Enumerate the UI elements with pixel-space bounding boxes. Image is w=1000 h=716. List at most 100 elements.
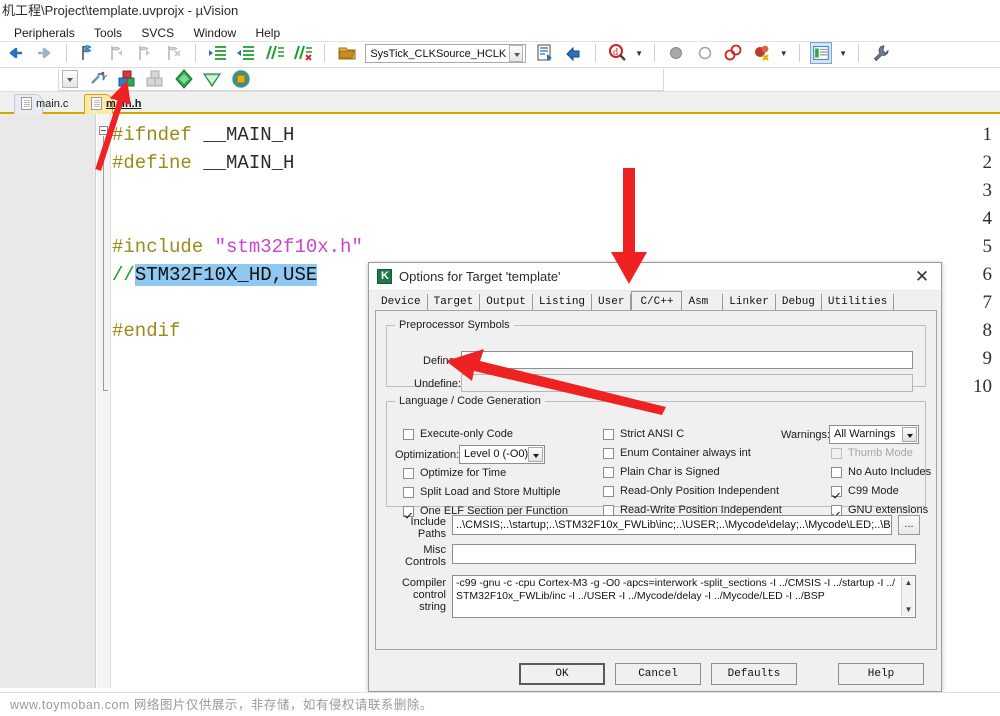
indent-right-icon[interactable] bbox=[207, 42, 229, 64]
checkbox-read-only-position-independent[interactable] bbox=[603, 486, 614, 497]
magnifier-dropdown-icon[interactable]: ▼ bbox=[634, 49, 645, 58]
toolbar-separator bbox=[324, 44, 325, 62]
menu-item-window[interactable]: Window bbox=[185, 22, 244, 42]
include-paths-browse-button[interactable]: ... bbox=[898, 515, 920, 535]
optimization-combo[interactable]: Level 0 (-O0) bbox=[459, 445, 545, 464]
magnifier-icon[interactable]: d bbox=[606, 42, 628, 64]
misc-controls-input[interactable] bbox=[452, 544, 916, 564]
tab-utilities[interactable]: Utilities bbox=[822, 294, 894, 311]
breakpoint-kill-icon[interactable] bbox=[722, 42, 744, 64]
tab-asm[interactable]: Asm bbox=[682, 294, 723, 311]
target-selector-value: SysTick_CLKSource_HCLK bbox=[370, 45, 509, 64]
code-line: #include "stm32f10x.h" bbox=[112, 236, 363, 258]
compiler-string-scrollbar[interactable]: ▲ ▼ bbox=[901, 577, 914, 616]
indent-left-icon[interactable] bbox=[235, 42, 257, 64]
chevron-down-icon[interactable] bbox=[509, 45, 523, 62]
code-token: #endif bbox=[112, 320, 180, 342]
target-selector-combo[interactable]: SysTick_CLKSource_HCLK bbox=[365, 44, 526, 63]
line-number: 2 bbox=[922, 152, 992, 174]
bookmark-prev-icon[interactable] bbox=[106, 42, 128, 64]
breakpoint-dropdown-icon[interactable]: ▼ bbox=[778, 49, 789, 58]
scroll-down-arrow-icon[interactable]: ▼ bbox=[902, 604, 915, 616]
editor-tab-main-h[interactable]: main.h bbox=[84, 94, 113, 114]
forward-arrow-icon[interactable] bbox=[33, 42, 55, 64]
checkbox-c99-mode[interactable] bbox=[831, 486, 842, 497]
define-input[interactable] bbox=[461, 351, 913, 369]
breakpoint-disable-icon[interactable] bbox=[694, 42, 716, 64]
checkbox-split-load-store[interactable] bbox=[403, 487, 414, 498]
open-folder-icon[interactable] bbox=[336, 42, 358, 64]
checkbox-optimize-for-time[interactable] bbox=[403, 468, 414, 479]
tab-output[interactable]: Output bbox=[480, 294, 533, 311]
tab-listing[interactable]: Listing bbox=[533, 294, 592, 311]
toolbar-separator bbox=[195, 44, 196, 62]
menu-item-help[interactable]: Help bbox=[247, 22, 288, 42]
uncomment-lines-icon[interactable] bbox=[292, 42, 314, 64]
chevron-down-icon[interactable] bbox=[528, 447, 543, 462]
menu-item-peripherals[interactable]: Peripherals bbox=[6, 22, 83, 42]
chevron-down-icon[interactable] bbox=[902, 427, 917, 442]
window-layout-dropdown-icon[interactable]: ▼ bbox=[838, 49, 849, 58]
tab-device[interactable]: Device bbox=[375, 294, 428, 311]
bookmark-clear-icon[interactable] bbox=[163, 42, 185, 64]
checkbox-strict-ansi-c[interactable] bbox=[603, 429, 614, 440]
include-paths-input[interactable]: ..\CMSIS;..\startup;..\STM32F10x_FWLib\i… bbox=[452, 515, 892, 535]
toolbar-separator bbox=[595, 44, 596, 62]
batch-build-icon[interactable] bbox=[173, 68, 195, 90]
label-read-only-position-independent: Read-Only Position Independent bbox=[620, 485, 779, 497]
target-dropdown-icon[interactable] bbox=[62, 70, 78, 88]
label-enum-container: Enum Container always int bbox=[620, 447, 751, 459]
comment-lines-icon[interactable] bbox=[264, 42, 286, 64]
warnings-label: Warnings: bbox=[781, 429, 830, 441]
fold-toggle-icon[interactable] bbox=[99, 126, 108, 135]
dialog-body: Preprocessor Symbols Define: Undefine: L… bbox=[375, 310, 937, 650]
checkbox-execute-only-code[interactable] bbox=[403, 429, 414, 440]
include-paths-label-line2: Paths bbox=[398, 528, 446, 540]
undefine-input[interactable] bbox=[461, 374, 913, 392]
menu-item-tools[interactable]: Tools bbox=[86, 22, 130, 42]
configure-wrench-icon[interactable] bbox=[870, 42, 892, 64]
editor-tab-main-c[interactable]: main.c bbox=[14, 94, 43, 114]
translate-file-icon[interactable] bbox=[201, 68, 223, 90]
close-icon[interactable]: ✕ bbox=[907, 266, 937, 288]
checkbox-enum-container[interactable] bbox=[603, 448, 614, 459]
preprocessor-symbols-group: Preprocessor Symbols Define: Undefine: bbox=[386, 319, 926, 387]
options-for-target-icon[interactable] bbox=[87, 68, 109, 90]
label-plain-char-signed: Plain Char is Signed bbox=[620, 466, 720, 478]
compiler-control-string-textarea[interactable]: -c99 -gnu -c -cpu Cortex-M3 -g -O0 -apcs… bbox=[452, 575, 916, 618]
manage-runtime-icon[interactable] bbox=[230, 68, 252, 90]
tab-debug[interactable]: Debug bbox=[776, 294, 822, 311]
tab-c-cpp[interactable]: C/C++ bbox=[631, 291, 682, 311]
language-code-generation-legend: Language / Code Generation bbox=[395, 395, 545, 407]
tab-user[interactable]: User bbox=[592, 294, 631, 311]
build-all-icon[interactable] bbox=[144, 68, 166, 90]
insert-blue-icon[interactable] bbox=[562, 42, 584, 64]
checkbox-plain-char-signed[interactable] bbox=[603, 467, 614, 478]
editor-tab-strip: main.c main.h bbox=[0, 92, 1000, 114]
help-button[interactable]: Help bbox=[838, 663, 924, 685]
toolbar-separator bbox=[66, 44, 67, 62]
back-arrow-icon[interactable] bbox=[5, 42, 27, 64]
label-c99-mode: C99 Mode bbox=[848, 485, 899, 497]
checkbox-no-auto-includes[interactable] bbox=[831, 467, 842, 478]
label-optimize-for-time: Optimize for Time bbox=[420, 467, 506, 479]
tab-target[interactable]: Target bbox=[428, 294, 481, 311]
target-options-icon[interactable] bbox=[534, 42, 556, 64]
scroll-up-arrow-icon[interactable]: ▲ bbox=[902, 577, 915, 589]
menu-item-svcs[interactable]: SVCS bbox=[133, 22, 182, 42]
fold-guide-line bbox=[103, 136, 104, 390]
bookmark-next-icon[interactable] bbox=[134, 42, 156, 64]
tab-linker[interactable]: Linker bbox=[723, 294, 776, 311]
bookmark-toggle-icon[interactable] bbox=[77, 42, 99, 64]
line-number: 5 bbox=[922, 236, 992, 258]
window-layout-icon[interactable] bbox=[810, 42, 832, 64]
breakpoint-disable-all-icon[interactable] bbox=[751, 42, 773, 64]
ok-button[interactable]: OK bbox=[519, 663, 605, 685]
code-folding-column[interactable] bbox=[97, 114, 111, 688]
optimization-value: Level 0 (-O0) bbox=[464, 448, 528, 460]
breakpoint-insert-icon[interactable] bbox=[665, 42, 687, 64]
cancel-button[interactable]: Cancel bbox=[615, 663, 701, 685]
defaults-button[interactable]: Defaults bbox=[711, 663, 797, 685]
warnings-combo[interactable]: All Warnings bbox=[829, 425, 919, 444]
build-target-icon[interactable] bbox=[116, 68, 138, 90]
